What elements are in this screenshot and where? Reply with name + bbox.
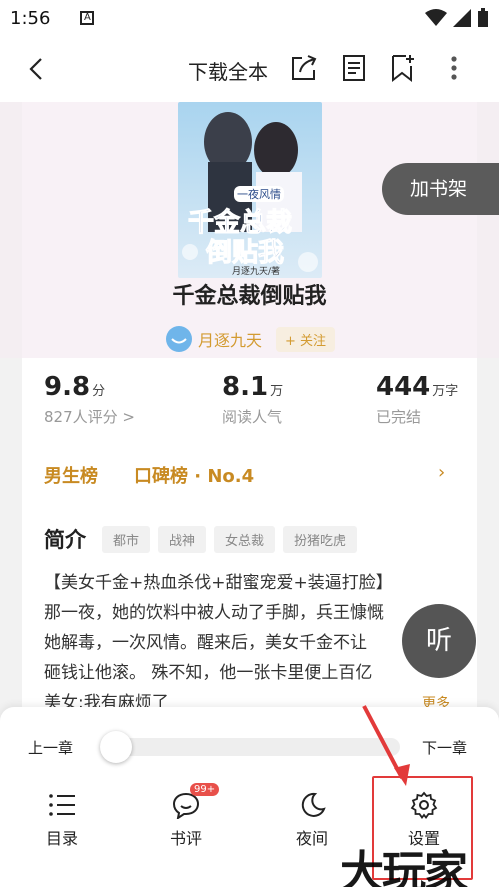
cover-author: 月逐九天/著	[232, 267, 281, 277]
cover-subtitle: 一夜风情	[234, 186, 284, 202]
status-time: 1:56	[10, 7, 51, 29]
reads-value: 8.1	[222, 372, 269, 402]
add-to-shelf-button[interactable]: 加书架	[382, 163, 499, 215]
catalog-button[interactable]: 目录	[22, 791, 102, 849]
intro-header: 简介 都市 战神 女总裁 扮猪吃虎	[44, 524, 358, 554]
listen-button[interactable]: 听	[402, 604, 476, 678]
book-cover[interactable]: 一夜风情 千金总裁 倒贴我 月逐九天/著	[178, 102, 322, 278]
slider-knob[interactable]	[100, 731, 132, 763]
tag-item[interactable]: 战神	[158, 525, 207, 553]
signal-icon	[453, 9, 471, 27]
bookmark-icon[interactable]	[386, 52, 418, 84]
stats-row: 9.8 分 827人评分 > 8.1 万 阅读人气 444 万字 已完结	[22, 358, 477, 448]
stat-rating[interactable]: 9.8 分 827人评分 >	[44, 372, 135, 427]
intro-line: 【美女千金+热血杀伐+甜蜜宠爱+装逼打脸】	[44, 573, 393, 593]
book-details: 9.8 分 827人评分 > 8.1 万 阅读人气 444 万字 已完结 男生榜 口碑…	[22, 358, 477, 718]
stat-words: 444 万字 已完结	[376, 372, 458, 427]
follow-button[interactable]: + 关注	[276, 326, 336, 352]
document-icon[interactable]	[338, 52, 370, 84]
top-toolbar: 下载全本	[0, 36, 499, 102]
rank-position: 口碑榜 · No.4	[134, 466, 255, 487]
watermark: 大玩家	[340, 847, 468, 887]
rating-unit: 分	[92, 384, 106, 399]
more-icon[interactable]	[438, 52, 470, 84]
avatar-smile-icon	[171, 338, 187, 344]
author-name[interactable]: 月逐九天	[198, 327, 262, 351]
intro-heading: 简介	[44, 528, 86, 552]
next-chapter-button[interactable]: 下一章	[422, 737, 467, 758]
listen-label: 听	[425, 626, 452, 656]
battery-icon	[478, 8, 488, 27]
wifi-icon	[425, 9, 447, 26]
author-row: 月逐九天 + 关注	[166, 326, 336, 352]
reads-label: 阅读人气	[222, 408, 283, 426]
book-title: 千金总裁倒贴我	[172, 284, 327, 309]
back-icon[interactable]	[22, 54, 52, 84]
tag-item[interactable]: 扮猪吃虎	[283, 525, 358, 553]
moon-icon	[301, 792, 326, 817]
author-avatar[interactable]	[166, 326, 192, 352]
rating-value: 9.8	[44, 372, 91, 402]
intro-line: 她解毒，一次风情。醒来后，美女千金不让	[44, 633, 367, 653]
rank-list-label: 男生榜	[44, 466, 98, 487]
status-bar: 1:56 A	[0, 0, 499, 36]
notification-icon: A	[80, 11, 95, 25]
intro-line: 那一夜，她的饮料中被人动了手脚，兵王慷慨	[44, 603, 384, 623]
tag-item[interactable]: 都市	[102, 525, 151, 553]
rank-row[interactable]: 男生榜 口碑榜 · No.4 ›	[22, 458, 477, 488]
tag-item[interactable]: 女总裁	[214, 525, 276, 553]
intro-line: 砸钱让他滚。 殊不知，他一张卡里便上百亿	[44, 663, 373, 683]
words-unit: 万字	[432, 384, 459, 399]
prev-chapter-button[interactable]: 上一章	[28, 737, 73, 758]
chapter-progress-slider[interactable]	[100, 738, 400, 756]
chevron-right-icon: ›	[438, 462, 446, 483]
words-value: 444	[376, 372, 431, 402]
status-icons	[425, 8, 489, 28]
catalog-label: 目录	[45, 829, 78, 848]
reads-unit: 万	[270, 384, 284, 399]
intro-text: 【美女千金+热血杀伐+甜蜜宠爱+装逼打脸】 那一夜，她的饮料中被人动了手脚，兵王…	[44, 568, 444, 718]
status-label: 已完结	[376, 408, 422, 426]
comments-label: 书评	[169, 829, 202, 848]
stat-reads: 8.1 万 阅读人气	[222, 372, 283, 427]
share-icon[interactable]	[288, 52, 320, 84]
download-all-button[interactable]: 下载全本	[188, 56, 268, 85]
comments-button[interactable]: 99+ 书评	[146, 783, 226, 849]
list-icon	[49, 794, 75, 816]
rating-count: 827人评分 >	[44, 408, 135, 426]
comments-badge: 99+	[190, 783, 220, 796]
